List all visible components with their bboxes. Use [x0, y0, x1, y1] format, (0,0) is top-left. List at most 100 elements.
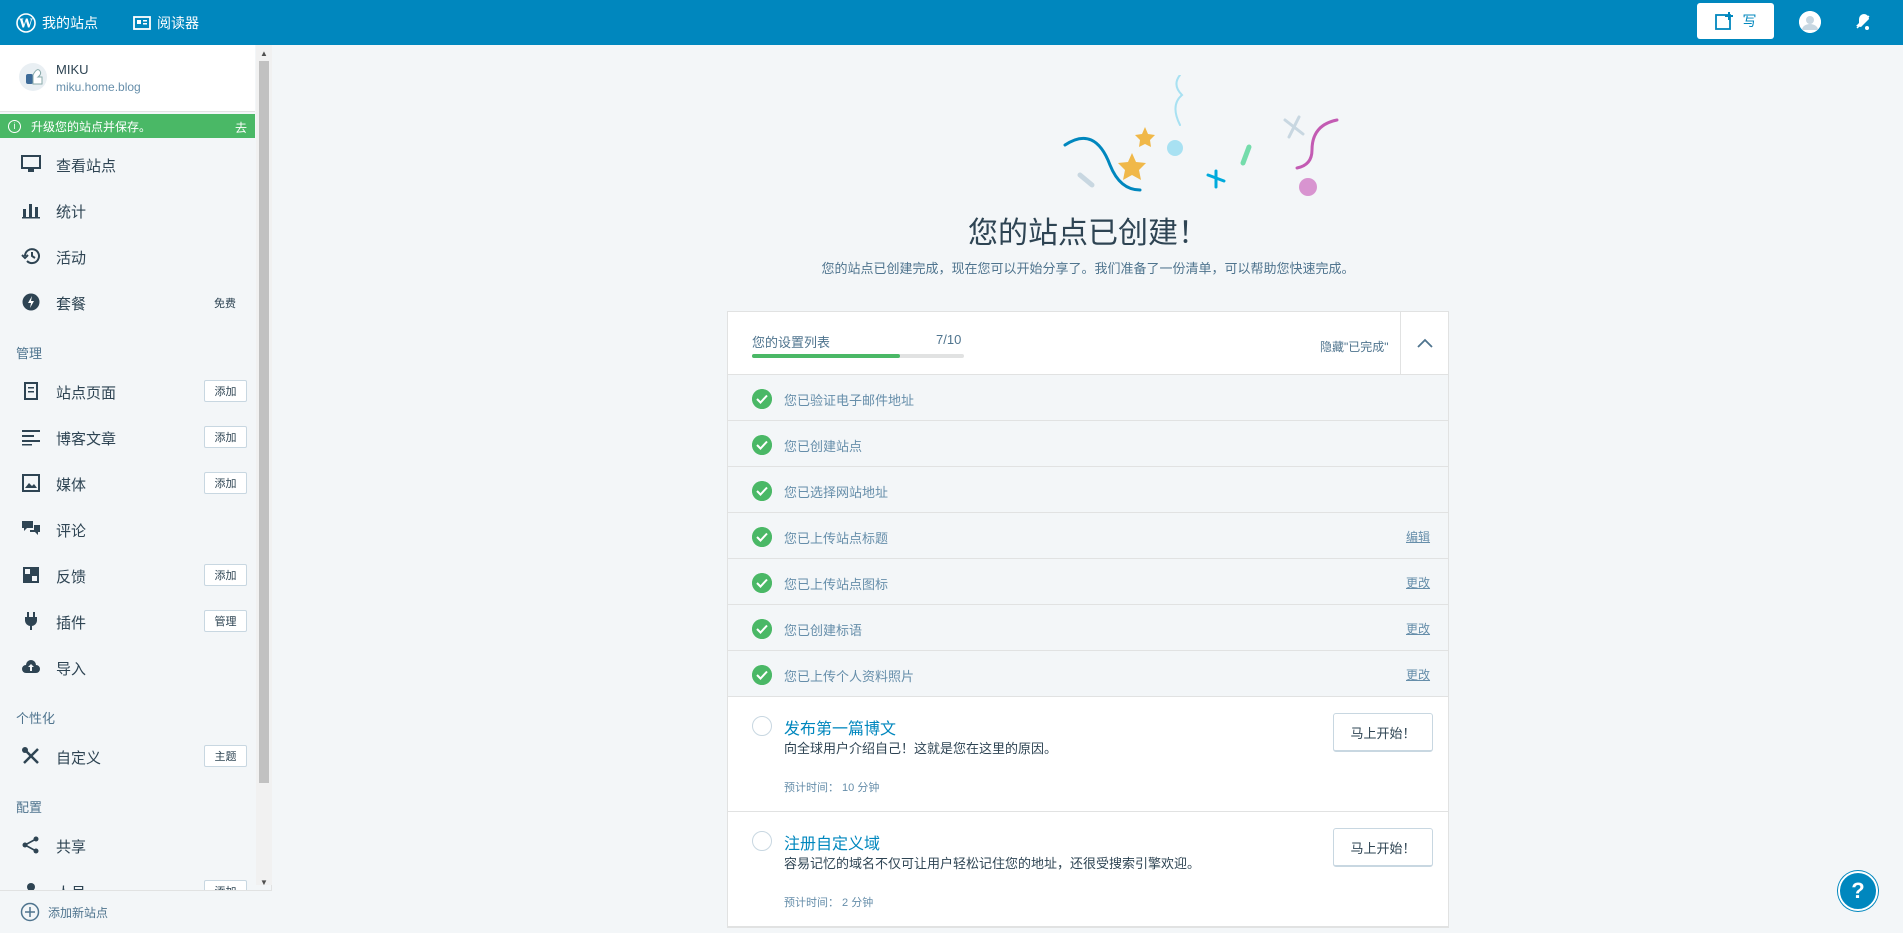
task-site-icon[interactable]: 您已上传站点图标 更改: [728, 559, 1448, 605]
change-site-icon-link[interactable]: 更改: [1406, 574, 1430, 591]
edit-site-title-link[interactable]: 编辑: [1406, 528, 1430, 545]
notifications-button[interactable]: [1852, 11, 1874, 38]
themes-button[interactable]: 主题: [204, 745, 247, 767]
sidebar-item-activity[interactable]: 活动: [0, 237, 255, 275]
change-profile-photo-link[interactable]: 更改: [1406, 666, 1430, 683]
sidebar-item-pages[interactable]: 站点页面 添加: [0, 372, 255, 410]
start-custom-domain-button[interactable]: 马上开始！: [1333, 828, 1433, 867]
plus-circle-icon: [20, 902, 40, 922]
section-heading-personalize: 个性化: [16, 711, 56, 726]
scroll-down-arrow-icon[interactable]: ▼: [259, 877, 269, 887]
add-page-button[interactable]: 添加: [204, 380, 247, 402]
user-avatar[interactable]: [1799, 11, 1821, 33]
task-choose-address[interactable]: 您已选择网站地址: [728, 467, 1448, 513]
add-post-button[interactable]: 添加: [204, 426, 247, 448]
sidebar-item-media[interactable]: 媒体 添加: [0, 464, 255, 502]
add-people-button[interactable]: 添加: [204, 880, 247, 890]
reader-link[interactable]: 阅读器: [133, 0, 199, 45]
task-tagline[interactable]: 您已创建标语 更改: [728, 605, 1448, 651]
checkmark-icon: [752, 389, 772, 409]
start-first-post-button[interactable]: 马上开始！: [1333, 713, 1433, 752]
pages-icon: [24, 382, 38, 400]
task-create-site[interactable]: 您已创建站点: [728, 421, 1448, 467]
chevron-up-icon: [1417, 338, 1433, 348]
tools-icon: [22, 747, 39, 764]
task-time-estimate: 预计时间： 2 分钟: [784, 897, 874, 909]
checklist-progress-bar: [752, 354, 964, 358]
share-icon: [22, 836, 39, 854]
sidebar-item-plugins[interactable]: 插件 管理: [0, 602, 255, 640]
task-site-title[interactable]: 您已上传站点标题 编辑: [728, 513, 1448, 559]
task-time-estimate: 预计时间： 10 分钟: [784, 782, 880, 794]
main-content: 您的站点已创建！ 您的站点已创建完成，现在您可以开始分享了。我们准备了一份清单，…: [273, 45, 1903, 933]
write-button[interactable]: 写: [1697, 3, 1774, 39]
sidebar-item-label: 套餐: [56, 296, 87, 313]
bell-icon: [1856, 14, 1870, 30]
current-site-card[interactable]: MIKU miku.home.blog: [0, 45, 255, 112]
sidebar-item-posts[interactable]: 博客文章 添加: [0, 418, 255, 456]
sidebar-item-label: 统计: [56, 204, 87, 221]
sidebar-item-sharing[interactable]: 共享: [0, 826, 255, 864]
sidebar-item-stats[interactable]: 统计: [0, 191, 255, 229]
task-description: 容易记忆的域名不仅可让用户轻松记住您的地址，还很受搜索引擎欢迎。: [784, 856, 1201, 871]
incomplete-circle-icon: [752, 831, 772, 851]
task-first-post[interactable]: 发布第一篇博文 向全球用户介绍自己！这就是您在这里的原因。 预计时间： 10 分…: [728, 697, 1448, 812]
write-label: 写: [1742, 13, 1757, 29]
sidebar-scrollbar[interactable]: ▲ ▼: [256, 45, 272, 887]
svg-text:W: W: [18, 16, 33, 30]
task-profile-photo[interactable]: 您已上传个人资料照片 更改: [728, 651, 1448, 697]
task-custom-domain[interactable]: 注册自定义域 容易记忆的域名不仅可让用户轻松记住您的地址，还很受搜索引擎欢迎。 …: [728, 812, 1448, 927]
user-icon: [1799, 11, 1821, 33]
sidebar-item-plans[interactable]: 套餐 免费: [0, 283, 255, 321]
masterbar: W 我的站点 阅读器 写: [0, 0, 1903, 45]
task-label: 您已上传个人资料照片: [784, 669, 915, 684]
scrollbar-thumb[interactable]: [259, 61, 269, 783]
feedback-icon: [23, 567, 39, 583]
section-heading-configure: 配置: [16, 800, 43, 815]
checkmark-icon: [752, 573, 772, 593]
add-new-site-button[interactable]: 添加新站点: [0, 890, 272, 933]
scroll-up-arrow-icon[interactable]: ▲: [259, 48, 269, 58]
reader-icon: [133, 15, 151, 30]
task-label: 您已创建站点: [784, 439, 863, 454]
sidebar-item-view-site[interactable]: 查看站点: [0, 145, 255, 183]
write-icon: [1714, 12, 1733, 30]
checkmark-icon: [752, 665, 772, 685]
info-icon: i: [8, 119, 21, 133]
plans-icon: [22, 293, 40, 311]
task-title[interactable]: 发布第一篇博文: [784, 715, 896, 739]
sidebar-item-label: 博客文章: [56, 431, 117, 448]
add-media-button[interactable]: 添加: [204, 472, 247, 494]
task-label: 您已上传站点图标: [784, 577, 889, 592]
checklist-header: 您的设置列表 7/10 隐藏"已完成": [728, 312, 1448, 375]
task-label: 您已选择网站地址: [784, 485, 889, 500]
add-feedback-button[interactable]: 添加: [204, 564, 247, 586]
sidebar-item-comments[interactable]: 评论: [0, 510, 255, 548]
checkmark-icon: [752, 527, 772, 547]
page-subtitle: 您的站点已创建完成，现在您可以开始分享了。我们准备了一份清单，可以帮助您快速完成…: [821, 261, 1355, 276]
upgrade-go[interactable]: 去: [235, 119, 247, 136]
task-title[interactable]: 注册自定义域: [784, 830, 880, 854]
my-site-link[interactable]: W 我的站点: [16, 0, 98, 45]
upgrade-nudge[interactable]: i 升级您的站点并保存。 去: [0, 114, 255, 138]
sidebar-item-label: 共享: [56, 839, 87, 856]
sidebar-item-import[interactable]: 导入: [0, 648, 255, 686]
sidebar-item-customize[interactable]: 自定义 主题: [0, 737, 255, 775]
sidebar-item-label: 评论: [56, 523, 87, 540]
incomplete-circle-icon: [752, 716, 772, 736]
task-verify-email[interactable]: 您已验证电子邮件地址: [728, 375, 1448, 421]
upgrade-text: 升级您的站点并保存。: [31, 119, 152, 134]
help-button[interactable]: ?: [1838, 871, 1878, 911]
confetti-illustration: [1063, 75, 1339, 196]
collapse-checklist-button[interactable]: [1400, 312, 1449, 374]
hide-completed-toggle[interactable]: 隐藏"已完成": [1320, 338, 1389, 355]
change-tagline-link[interactable]: 更改: [1406, 620, 1430, 637]
checklist-progress-fill: [752, 354, 901, 358]
media-icon: [22, 474, 40, 492]
sidebar-item-feedback[interactable]: 反馈 添加: [0, 556, 255, 594]
task-label: 您已创建标语: [784, 623, 863, 638]
checkmark-icon: [752, 481, 772, 501]
sidebar-item-label: 自定义: [56, 750, 102, 767]
manage-plugins-button[interactable]: 管理: [204, 610, 247, 632]
sidebar-item-people[interactable]: 人员 添加: [0, 872, 255, 890]
